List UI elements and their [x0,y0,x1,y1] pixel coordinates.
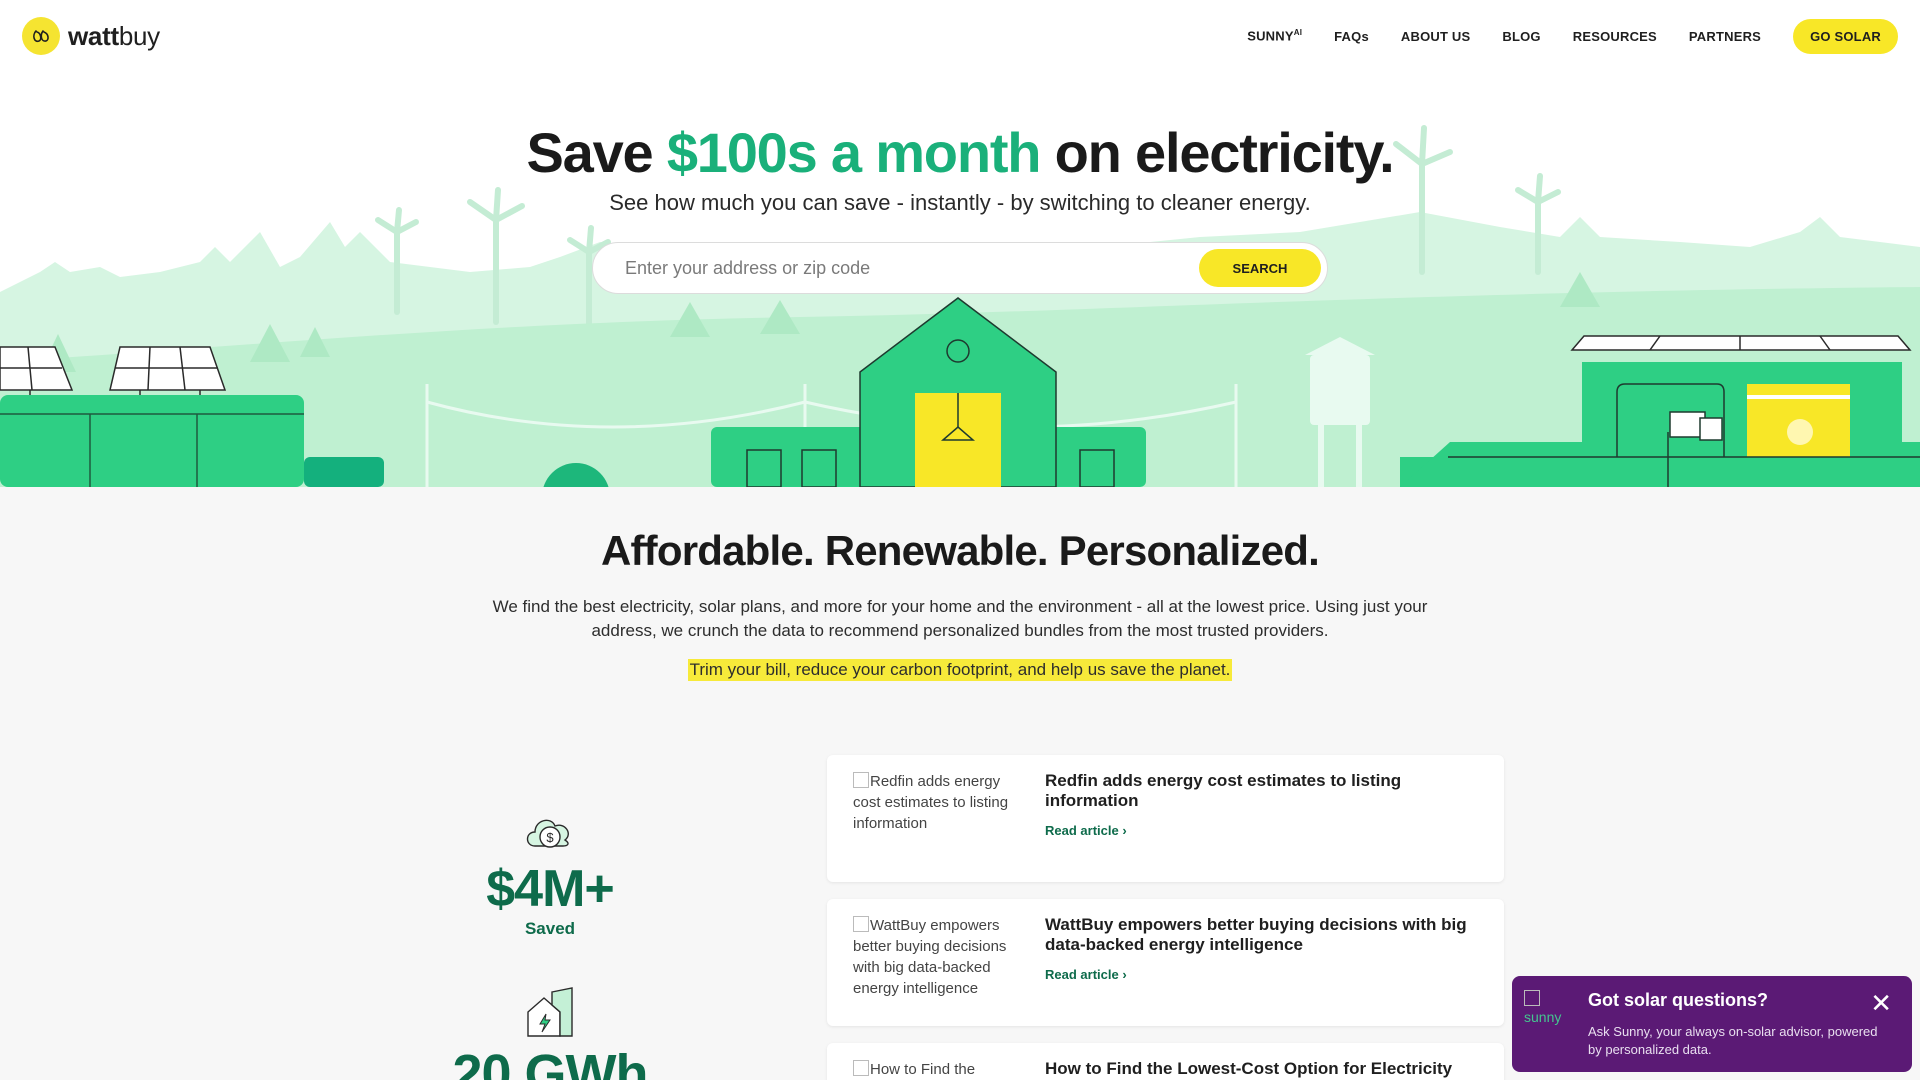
chat-subtitle: Ask Sunny, your always on-solar advisor,… [1588,1024,1878,1057]
nav-resources[interactable]: RESOURCES [1573,29,1657,44]
address-search-bar: SEARCH [592,242,1328,294]
mission-section: Affordable. Renewable. Personalized. We … [0,487,1920,681]
nav-sunny[interactable]: SUNNYAI [1247,28,1302,43]
mission-description: We find the best electricity, solar plan… [492,597,1428,640]
stat-energy-value: 20 GWh [452,1044,648,1080]
hero-section: Save $100s a month on electricity. See h… [0,72,1920,487]
go-solar-button[interactable]: GO SOLAR [1793,18,1898,54]
article-title[interactable]: How to Find the Lowest-Cost Option for E… [1045,1059,1478,1079]
article-body: Redfin adds energy cost estimates to lis… [1045,771,1478,866]
article-body: WattBuy empowers better buying decisions… [1045,915,1478,1010]
house-bolt-icon [430,986,670,1043]
sunny-avatar: sunny [1524,990,1576,1034]
article-thumbnail: Redfin adds energy cost estimates to lis… [853,771,1011,841]
stat-saved-label: Saved [524,919,576,938]
article-card[interactable]: Redfin adds energy cost estimates to lis… [827,755,1504,882]
chevron-right-icon: › [1122,823,1127,838]
mission-highlight: Trim your bill, reduce your carbon footp… [687,659,1233,681]
hero-title: Save $100s a month on electricity. [526,121,1394,184]
search-button[interactable]: SEARCH [1199,249,1321,287]
logo-text: wattbuy [68,20,160,51]
read-article-link[interactable]: Read article › [1045,967,1478,982]
stat-energy: 20 GWh [430,986,670,1080]
cloud-dollar-icon: $ [440,806,660,859]
article-card[interactable]: WattBuy empowers better buying decisions… [827,899,1504,1026]
site-header: wattbuy SUNNYAI FAQs ABOUT US BLOG RESOU… [0,0,1920,72]
svg-text:$: $ [546,830,554,845]
read-article-link[interactable]: Read article › [1045,823,1478,838]
solar-chat-widget[interactable]: sunny Got solar questions? Ask Sunny, yo… [1512,976,1912,1072]
article-body: How to Find the Lowest-Cost Option for E… [1045,1059,1478,1080]
nav-about-us[interactable]: ABOUT US [1401,29,1471,44]
logo-icon [22,17,60,55]
chat-title: Got solar questions? [1588,990,1769,1010]
logo[interactable]: wattbuy [22,17,160,55]
stat-saved: $ $4M+ Saved [440,806,660,939]
nav-faqs[interactable]: FAQs [1334,29,1369,44]
nav-partners[interactable]: PARTNERS [1689,29,1761,44]
article-thumbnail: WattBuy empowers better buying decisions… [853,915,1011,1021]
stat-saved-value: $4M+ [486,860,615,918]
nav-blog[interactable]: BLOG [1502,29,1540,44]
close-icon[interactable]: ✕ [1870,990,1892,1016]
article-card[interactable]: How to Find the How to Find the Lowest-C… [827,1043,1504,1080]
article-thumbnail: How to Find the [853,1059,1011,1080]
mission-heading: Affordable. Renewable. Personalized. [600,527,1320,574]
chevron-right-icon: › [1122,967,1127,982]
hero-subtitle: See how much you can save - instantly - … [609,190,1311,215]
main-nav: SUNNYAI FAQs ABOUT US BLOG RESOURCES PAR… [1247,18,1898,54]
address-search-input[interactable] [625,257,1199,279]
article-title[interactable]: Redfin adds energy cost estimates to lis… [1045,771,1478,811]
article-title[interactable]: WattBuy empowers better buying decisions… [1045,915,1478,955]
